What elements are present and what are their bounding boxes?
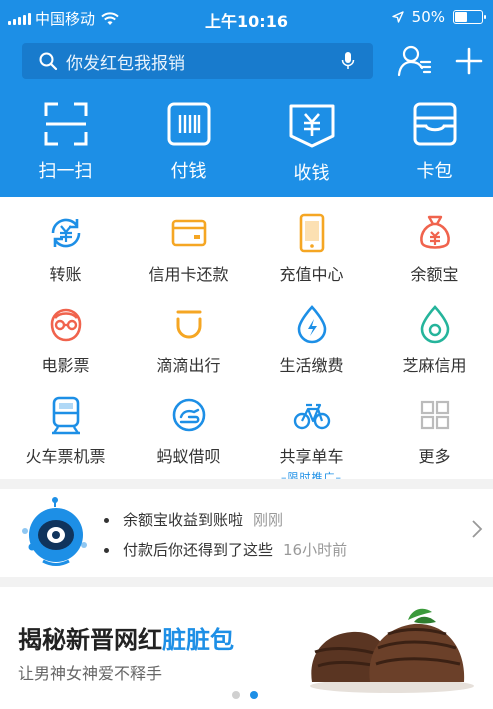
service-label: 转账 [49, 265, 82, 284]
carousel-indicator[interactable] [232, 691, 258, 699]
chocolate-bread-image [310, 608, 474, 693]
quick-action-scan[interactable]: 扫一扫 [4, 101, 127, 183]
battery-percent: 50% [411, 8, 445, 26]
search-icon [38, 51, 58, 71]
service-label: 信用卡还款 [148, 265, 229, 284]
service-credit-card[interactable]: 信用卡还款 [127, 213, 250, 285]
service-label: 芝麻信用 [402, 356, 467, 375]
didi-icon [169, 304, 209, 344]
barcode-icon [167, 102, 210, 146]
quick-action-receive[interactable]: 收钱 [250, 101, 373, 185]
train-icon [46, 395, 86, 435]
service-phone-topup[interactable]: 充值中心 [250, 213, 373, 285]
contacts-icon[interactable] [397, 44, 433, 78]
plus-icon[interactable] [452, 44, 486, 78]
service-ant-loan[interactable]: 蚂蚁借呗 [127, 395, 250, 467]
service-label: 生活缴费 [279, 356, 344, 375]
bike-icon [292, 395, 332, 435]
receive-icon [289, 104, 334, 148]
service-didi[interactable]: 滴滴出行 [127, 304, 250, 376]
scan-icon [44, 102, 87, 146]
transfer-icon [46, 213, 86, 253]
banner-subtitle: 让男神女神爱不释手 [18, 664, 163, 683]
quick-action-card-wallet[interactable]: 卡包 [373, 101, 493, 183]
section-divider [0, 479, 493, 489]
banner-title: 揭秘新晋网红脏脏包 [18, 626, 234, 654]
location-arrow-icon [391, 11, 404, 23]
service-yuebao[interactable]: 余额宝 [373, 213, 493, 285]
microphone-icon[interactable] [341, 51, 355, 71]
service-movie[interactable]: 电影票 [4, 304, 127, 376]
service-sesame-credit[interactable]: 芝麻信用 [373, 304, 493, 376]
carousel-dot-active [250, 691, 258, 699]
search-bar[interactable]: 你发红包我报销 [22, 43, 373, 79]
robot-mascot-icon [22, 497, 87, 566]
quick-action-label: 收钱 [293, 163, 330, 184]
quick-action-label: 卡包 [416, 161, 453, 182]
quick-action-pay[interactable]: 付钱 [127, 101, 250, 183]
service-transfer[interactable]: 转账 [4, 213, 127, 285]
battery-icon [453, 10, 486, 24]
service-label: 电影票 [41, 356, 90, 375]
quick-action-label: 付钱 [170, 161, 207, 182]
card-wallet-icon [413, 102, 456, 146]
status-bar: 中国移动 上午10:16 50% [0, 0, 493, 34]
ant-loan-icon [169, 395, 209, 435]
service-label: 更多 [418, 447, 451, 466]
service-shared-bike[interactable]: 共享单车 –限时推广– [250, 395, 373, 485]
service-label: 滴滴出行 [156, 356, 221, 375]
sesame-credit-icon [415, 304, 455, 344]
promo-banner[interactable]: 揭秘新晋网红脏脏包 让男神女神爱不释手 [0, 587, 493, 709]
search-placeholder: 你发红包我报销 [66, 53, 185, 74]
service-utility[interactable]: 生活缴费 [250, 304, 373, 376]
movie-icon [46, 304, 86, 344]
carousel-dot [232, 691, 240, 699]
credit-card-icon [169, 213, 209, 253]
more-grid-icon [415, 395, 455, 435]
section-divider [0, 577, 493, 587]
service-train-ticket[interactable]: 火车票机票 [4, 395, 127, 467]
service-label: 余额宝 [410, 265, 459, 284]
money-bag-icon [415, 213, 455, 253]
chevron-right-icon[interactable] [471, 519, 483, 539]
service-more[interactable]: 更多 [373, 395, 493, 467]
notification-card[interactable]: 余额宝收益到账啦 刚刚 付款后你还得到了这些 16小时前 [0, 489, 493, 577]
service-label: 火车票机票 [25, 447, 106, 466]
utility-icon [292, 304, 332, 344]
notification-item: 付款后你还得到了这些 16小时前 [104, 539, 347, 560]
phone-topup-icon [292, 213, 332, 253]
service-label: 充值中心 [279, 265, 344, 284]
notification-item: 余额宝收益到账啦 刚刚 [104, 509, 283, 530]
quick-action-label: 扫一扫 [38, 161, 93, 182]
service-label: 共享单车 [279, 447, 344, 466]
service-label: 蚂蚁借呗 [156, 447, 221, 466]
